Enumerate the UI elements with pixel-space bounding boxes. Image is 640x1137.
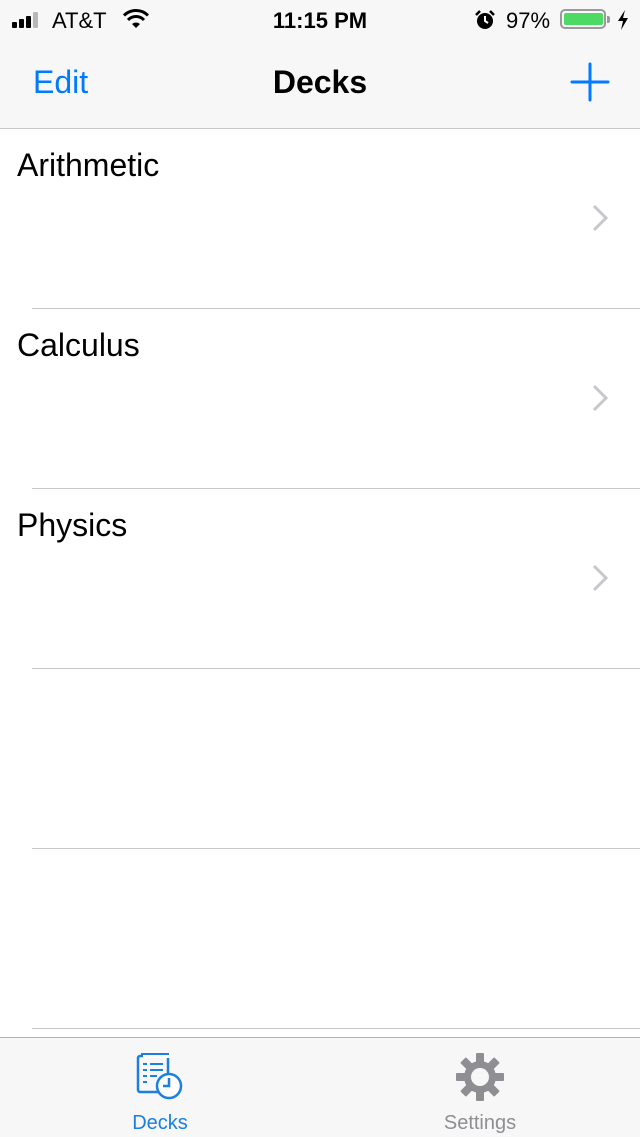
page-title: Decks (272, 64, 368, 100)
battery-percent: 97% (506, 8, 551, 33)
plus-icon[interactable] (570, 62, 610, 102)
decks-icon (136, 1053, 183, 1100)
deck-title: Physics (17, 507, 128, 543)
chevron-right-icon (592, 564, 609, 592)
chevron-right-icon (592, 384, 609, 412)
chevron-right-icon (592, 204, 609, 232)
tab-label: Decks (132, 1112, 188, 1134)
tab-label: Settings (443, 1112, 517, 1134)
status-bar: AT&T 11:15 PM 97% (0, 0, 640, 40)
deck-title: Calculus (17, 327, 140, 363)
deck-row[interactable]: Physics (0, 489, 640, 669)
tab-decks[interactable]: Decks (0, 1038, 320, 1137)
tab-settings[interactable]: Settings (320, 1038, 640, 1137)
gear-icon (456, 1053, 504, 1101)
alarm-icon (475, 10, 495, 29)
empty-row (0, 669, 640, 849)
deck-row[interactable]: Arithmetic (0, 129, 640, 309)
charging-icon (618, 10, 628, 30)
deck-title: Arithmetic (17, 147, 160, 183)
edit-button[interactable]: Edit (33, 64, 88, 101)
battery-icon (560, 9, 610, 29)
deck-row[interactable]: Calculus (0, 309, 640, 489)
tab-bar: Decks Settings (0, 1037, 640, 1137)
deck-list: Arithmetic Calculus Physics (0, 129, 640, 1029)
header: AT&T 11:15 PM 97% Edit Decks (0, 0, 640, 129)
empty-row (0, 849, 640, 1029)
row-divider (32, 1028, 640, 1029)
